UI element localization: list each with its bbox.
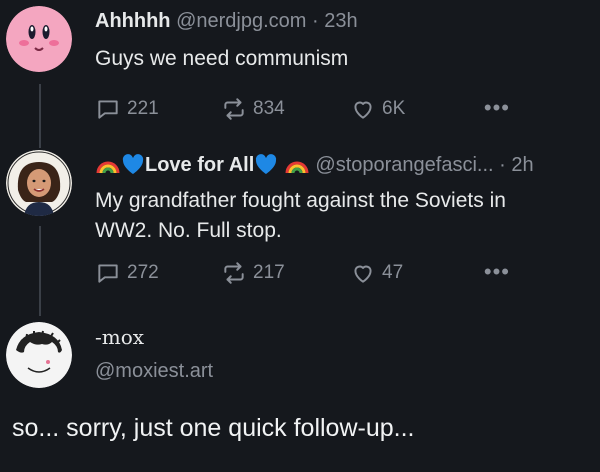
post-2-actions: 272 217 47 ••• — [95, 260, 590, 290]
thread-line-2 — [39, 226, 41, 316]
cartoon-woman-avatar[interactable] — [6, 150, 72, 216]
post-2-header: Love for All @stoporangefasci... · 2h — [95, 152, 590, 182]
post-3-author-name[interactable]: -mox — [95, 324, 590, 350]
post-2-more-button[interactable]: ••• — [484, 260, 510, 284]
post-2-separator: · — [499, 154, 506, 176]
post-2-like-button[interactable]: 47 — [350, 260, 403, 286]
rainbow-icon — [284, 153, 310, 182]
repost-icon — [224, 98, 244, 120]
post-1-time[interactable]: 23h — [324, 10, 357, 32]
blue-heart-icon — [254, 153, 278, 182]
post-1-like-button[interactable]: 6K — [350, 96, 405, 122]
post-2: Love for All @stoporangefasci... · 2h My… — [95, 152, 590, 290]
post-1-author-name[interactable]: Ahhhhh — [95, 10, 171, 32]
post-2-repost-count: 217 — [253, 262, 285, 283]
post-1-repost-button[interactable]: 834 — [221, 96, 285, 122]
rainbow-icon — [95, 153, 121, 182]
post-1-more-button[interactable]: ••• — [484, 96, 510, 120]
reply-icon — [98, 100, 118, 119]
post-1-text: Guys we need communism — [95, 47, 349, 70]
blue-heart-icon — [121, 153, 145, 182]
heart-icon — [354, 265, 372, 283]
post-1: Ahhhhh @nerdjpg.com · 23h Guys we need c… — [95, 8, 590, 126]
post-1-reply-count: 221 — [127, 98, 159, 119]
post-2-repost-button[interactable]: 217 — [221, 260, 285, 286]
thread-line-1 — [39, 84, 41, 148]
post-2-author-name[interactable]: Love for All — [145, 154, 254, 176]
post-2-handle[interactable]: @stoporangefasci... — [315, 154, 493, 176]
post-1-reply-button[interactable]: 221 — [95, 96, 159, 122]
post-3: -mox @moxiest.art — [95, 324, 590, 384]
post-2-reply-count: 272 — [127, 262, 159, 283]
post-1-actions: 221 834 6K ••• — [95, 96, 590, 126]
kirby-avatar[interactable] — [6, 6, 72, 72]
post-1-like-count: 6K — [382, 98, 406, 119]
post-2-reply-button[interactable]: 272 — [95, 260, 159, 286]
post-2-time[interactable]: 2h — [511, 154, 533, 176]
post-1-handle[interactable]: @nerdjpg.com — [176, 10, 306, 32]
sketch-avatar[interactable] — [6, 322, 72, 388]
caption-text: so... sorry, just one quick follow-up... — [12, 414, 415, 442]
post-1-repost-count: 834 — [253, 98, 285, 119]
reply-icon — [98, 264, 118, 283]
post-2-text: My grandfather fought against the Soviet… — [95, 189, 506, 242]
post-2-like-count: 47 — [382, 262, 404, 283]
post-1-header: Ahhhhh @nerdjpg.com · 23h — [95, 8, 590, 34]
thread: Ahhhhh @nerdjpg.com · 23h Guys we need c… — [0, 0, 600, 472]
post-1-separator: · — [312, 10, 319, 32]
repost-icon — [224, 262, 244, 284]
heart-icon — [354, 101, 372, 119]
post-3-handle[interactable]: @moxiest.art — [95, 358, 590, 384]
